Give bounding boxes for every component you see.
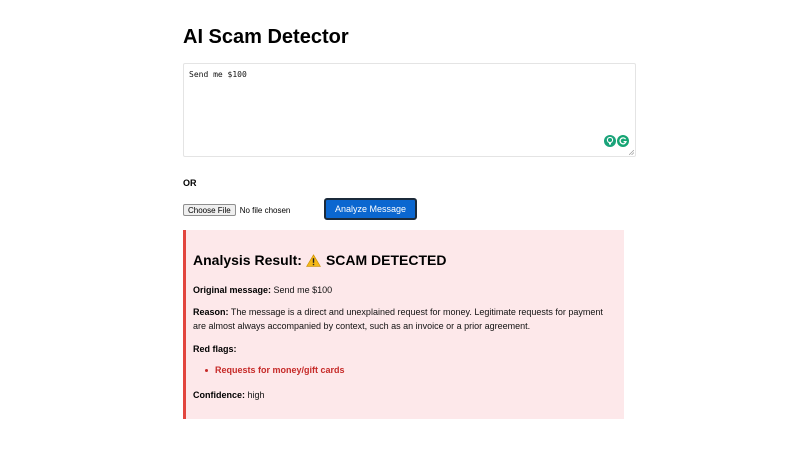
result-verdict: SCAM DETECTED [325, 252, 447, 268]
reason-value: The message is a direct and unexplained … [193, 307, 603, 331]
or-label: OR [183, 178, 197, 188]
original-message-label: Original message: [193, 285, 272, 295]
analyze-message-button[interactable]: Analyze Message [324, 198, 417, 220]
reason-label: Reason: [193, 307, 229, 317]
file-status-text: No file chosen [239, 205, 291, 215]
file-input-row: Choose File No file chosen [183, 204, 290, 216]
confidence-label: Confidence: [193, 390, 246, 400]
result-heading-prefix: Analysis Result: [193, 252, 302, 268]
lightbulb-icon[interactable] [604, 135, 616, 147]
original-message-value: Send me $100 [273, 285, 333, 295]
reason-field: Reason: The message is a direct and unex… [193, 305, 618, 333]
red-flags-field: Red flags: [193, 342, 237, 356]
confidence-field: Confidence: high [193, 388, 265, 402]
page-title: AI Scam Detector [183, 26, 349, 48]
result-heading: Analysis Result: SCAM DETECTED [193, 252, 447, 268]
resize-handle-icon[interactable] [629, 150, 634, 155]
bullet-icon [205, 368, 208, 372]
warning-icon [306, 253, 321, 267]
choose-file-button[interactable]: Choose File [183, 204, 236, 216]
message-input[interactable]: Send me $100 [184, 64, 635, 156]
red-flags-label: Red flags: [193, 344, 237, 354]
red-flag-item: Requests for money/gift cards [205, 365, 345, 375]
confidence-value: high [247, 390, 265, 400]
red-flags-list: Requests for money/gift cards [205, 365, 345, 375]
original-message-field: Original message: Send me $100 [193, 283, 332, 297]
message-input-wrapper: Send me $100 [183, 63, 636, 157]
grammarly-icon[interactable] [617, 135, 629, 147]
red-flag-text: Requests for money/gift cards [215, 365, 345, 375]
